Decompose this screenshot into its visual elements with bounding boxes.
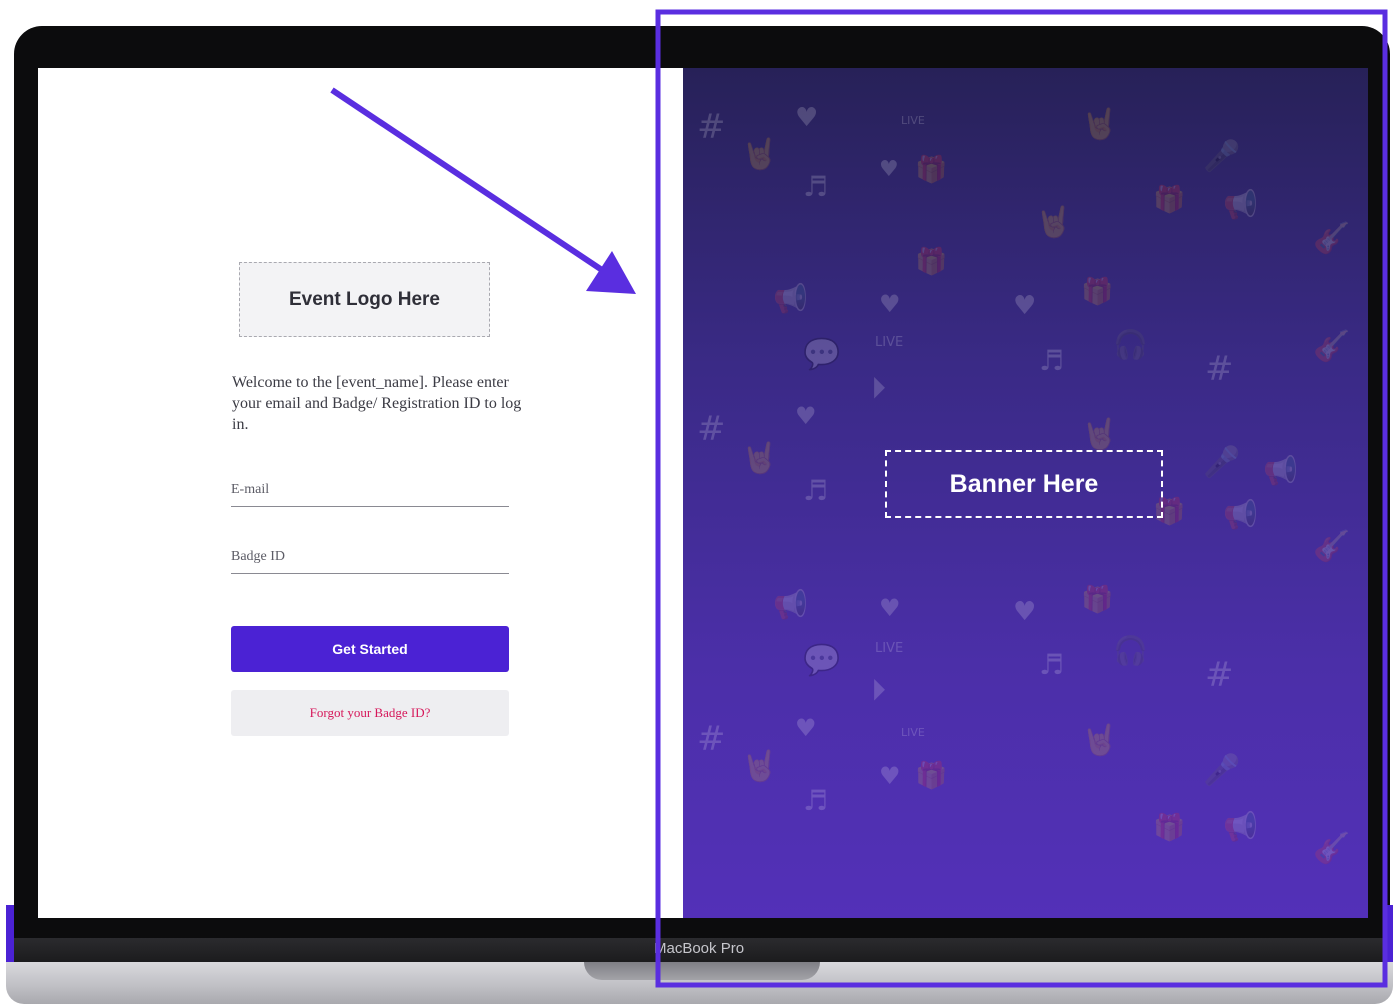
svg-text:LIVE: LIVE bbox=[901, 114, 925, 127]
svg-text:🤘: 🤘 bbox=[1081, 105, 1118, 142]
badge-id-field[interactable] bbox=[231, 540, 509, 574]
svg-text:🤘: 🤘 bbox=[741, 135, 778, 172]
svg-text:🎤: 🎤 bbox=[1203, 443, 1240, 480]
svg-text:♥: ♥ bbox=[1013, 597, 1036, 627]
svg-text:💬: 💬 bbox=[803, 336, 840, 372]
svg-text:🎤: 🎤 bbox=[1203, 751, 1240, 788]
email-field[interactable] bbox=[231, 473, 509, 507]
guitar-icon: 🎸 🎸 🎸 🎸 bbox=[1313, 220, 1350, 866]
get-started-button[interactable]: Get Started bbox=[231, 626, 509, 672]
right-accent-bar bbox=[1385, 905, 1393, 962]
banner-placeholder: Banner Here bbox=[885, 450, 1163, 518]
email-input[interactable] bbox=[231, 473, 509, 506]
svg-text:LIVE: LIVE bbox=[901, 726, 925, 739]
svg-text:🎁: 🎁 bbox=[915, 246, 947, 277]
play-icon: ⏵⏵ bbox=[871, 371, 886, 708]
live-icon: LIVE LIVE LIVE LIVE bbox=[875, 114, 925, 739]
svg-text:LIVE: LIVE bbox=[875, 335, 903, 350]
svg-text:🎧: 🎧 bbox=[1113, 328, 1148, 361]
svg-text:♥: ♥ bbox=[1013, 291, 1036, 321]
svg-text:🎸: 🎸 bbox=[1313, 328, 1350, 364]
svg-text:🤘: 🤘 bbox=[741, 439, 778, 476]
banner-text: Banner Here bbox=[949, 469, 1099, 498]
svg-text:♬: ♬ bbox=[1039, 648, 1064, 681]
svg-text:📢: 📢 bbox=[1223, 810, 1258, 843]
svg-text:♥: ♥ bbox=[879, 762, 901, 790]
svg-text:LIVE: LIVE bbox=[875, 641, 903, 656]
svg-text:♬: ♬ bbox=[803, 474, 828, 507]
svg-text:♥: ♥ bbox=[879, 290, 901, 318]
svg-text:🎧: 🎧 bbox=[1113, 634, 1148, 667]
svg-text:🎸: 🎸 bbox=[1313, 220, 1350, 256]
svg-text:🤘: 🤘 bbox=[1081, 721, 1118, 758]
heart-icon: ♥ ♥ ♥ ♥ ♥ ♥ ♥ ♥ ♥ bbox=[795, 103, 1036, 790]
svg-text:💬: 💬 bbox=[803, 642, 840, 678]
svg-text:🎸: 🎸 bbox=[1313, 528, 1350, 564]
left-accent-bar bbox=[6, 905, 14, 962]
svg-text:⏵: ⏵ bbox=[871, 371, 886, 406]
svg-text:🎁: 🎁 bbox=[915, 760, 947, 791]
svg-text:🎁: 🎁 bbox=[1081, 584, 1113, 615]
svg-text:#: # bbox=[697, 107, 726, 147]
event-logo-placeholder: Event Logo Here bbox=[239, 262, 490, 337]
svg-text:🤘: 🤘 bbox=[1081, 415, 1118, 452]
forgot-badge-id-button[interactable]: Forgot your Badge ID? bbox=[231, 690, 509, 736]
svg-text:#: # bbox=[697, 409, 726, 449]
svg-text:📢: 📢 bbox=[1223, 498, 1258, 531]
svg-text:#: # bbox=[1205, 655, 1234, 695]
banner-panel: # # # # # ♥ ♥ ♥ ♥ ♥ ♥ ♥ ♥ ♥ ♬ ♬ ♬ ♬ ♬ 💬 💬 ⏵ ⏵ 🎤 🎤 🎤 📢 📢 📢 📢 📢 📢 🎁… bbox=[683, 68, 1368, 918]
event-logo-text: Event Logo Here bbox=[289, 288, 440, 310]
svg-text:⏵: ⏵ bbox=[871, 673, 886, 708]
macbook-model-label: MacBook Pro bbox=[654, 940, 745, 957]
svg-text:♥: ♥ bbox=[879, 594, 901, 622]
svg-text:🎁: 🎁 bbox=[1081, 276, 1113, 307]
svg-text:#: # bbox=[1205, 349, 1234, 389]
svg-text:🎁: 🎁 bbox=[1153, 184, 1185, 215]
svg-text:🤘: 🤘 bbox=[1035, 203, 1072, 240]
svg-text:♬: ♬ bbox=[1039, 344, 1064, 377]
svg-text:♥: ♥ bbox=[795, 103, 818, 133]
svg-text:🤘: 🤘 bbox=[741, 747, 778, 784]
svg-text:📢: 📢 bbox=[1263, 454, 1298, 487]
svg-text:🎁: 🎁 bbox=[1153, 812, 1185, 843]
chat-bubble-icon: 💬💬 bbox=[803, 336, 840, 678]
svg-text:#: # bbox=[697, 719, 726, 759]
svg-text:🎁: 🎁 bbox=[915, 154, 947, 185]
svg-text:♥: ♥ bbox=[795, 402, 817, 430]
svg-text:🎸: 🎸 bbox=[1313, 830, 1350, 866]
svg-text:🎤: 🎤 bbox=[1203, 137, 1240, 174]
svg-text:♥: ♥ bbox=[795, 714, 817, 742]
badge-id-input[interactable] bbox=[231, 540, 509, 573]
svg-text:📢: 📢 bbox=[1223, 188, 1258, 221]
svg-text:📢: 📢 bbox=[773, 588, 808, 621]
svg-text:♬: ♬ bbox=[803, 784, 828, 817]
laptop-base-notch bbox=[584, 962, 820, 980]
laptop-screen: Event Logo Here Welcome to the [event_na… bbox=[38, 68, 1368, 918]
svg-text:📢: 📢 bbox=[773, 282, 808, 315]
login-panel: Event Logo Here Welcome to the [event_na… bbox=[38, 68, 683, 918]
svg-text:♥: ♥ bbox=[879, 157, 899, 182]
svg-text:♬: ♬ bbox=[803, 170, 828, 203]
rock-hand-icon: 🤘 🤘 🤘 🤘 🤘 🤘 🤘 bbox=[741, 105, 1118, 784]
welcome-message: Welcome to the [event_name]. Please ente… bbox=[232, 374, 522, 433]
